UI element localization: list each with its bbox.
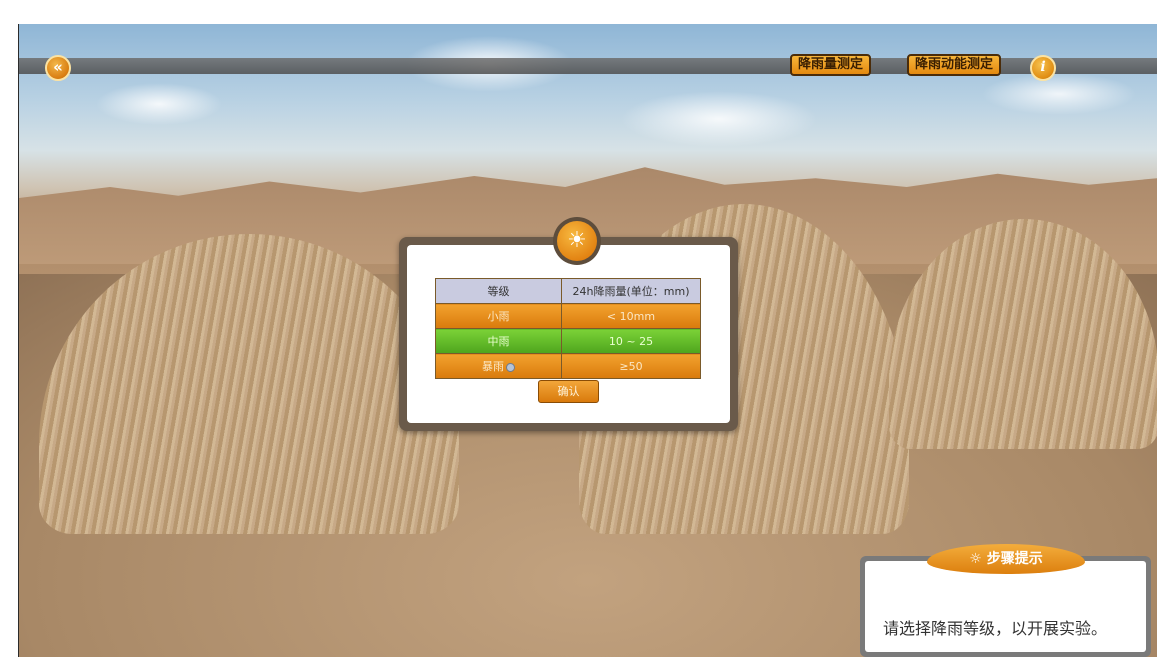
hint-message: 请选择降雨等级，以开展实验。 [883, 619, 1108, 638]
rainfall-level-dialog: ☀ 等级 24h降雨量(单位：mm) 小雨 < 10mm 中雨 10 ~ 25 [399, 217, 738, 431]
level-row-moderate-rain[interactable]: 中雨 10 ~ 25 [435, 328, 701, 354]
cursor-icon [506, 362, 515, 372]
bulb-badge: ☀ [553, 217, 601, 265]
rainfall-measure-button[interactable]: 降雨量测定 [790, 54, 872, 76]
dialog-body: ☀ 等级 24h降雨量(单位：mm) 小雨 < 10mm 中雨 10 ~ 25 [407, 217, 730, 423]
level-row-light-rain[interactable]: 小雨 < 10mm [435, 303, 701, 329]
confirm-button[interactable]: 确认 [538, 380, 599, 403]
table-header-row: 等级 24h降雨量(单位：mm) [435, 278, 701, 304]
amount-cell: 10 ~ 25 [561, 328, 701, 354]
level-row-rainstorm[interactable]: 暴雨 ≥50 [435, 353, 701, 379]
level-cell: 暴雨 [435, 353, 562, 379]
rainfall-level-table: 等级 24h降雨量(单位：mm) 小雨 < 10mm 中雨 10 ~ 25 暴雨… [435, 278, 701, 379]
back-button[interactable]: « [45, 55, 71, 81]
level-cell: 中雨 [435, 328, 562, 354]
level-label: 暴雨 [482, 360, 504, 373]
double-chevron-left-icon: « [53, 58, 63, 76]
info-button[interactable]: i [1030, 55, 1056, 81]
amount-cell: ≥50 [561, 353, 701, 379]
hint-body: 请选择降雨等级，以开展实验。 [865, 561, 1146, 652]
info-icon: i [1040, 59, 1046, 75]
header-amount: 24h降雨量(单位：mm) [561, 278, 701, 304]
lightbulb-icon: ☀ [557, 221, 597, 261]
amount-cell: < 10mm [561, 303, 701, 329]
level-cell: 小雨 [435, 303, 562, 329]
rainfall-kinetic-button[interactable]: 降雨动能测定 [907, 54, 1002, 76]
header-level: 等级 [435, 278, 562, 304]
step-hint-tab: ☼ 步骤提示 [927, 544, 1085, 574]
